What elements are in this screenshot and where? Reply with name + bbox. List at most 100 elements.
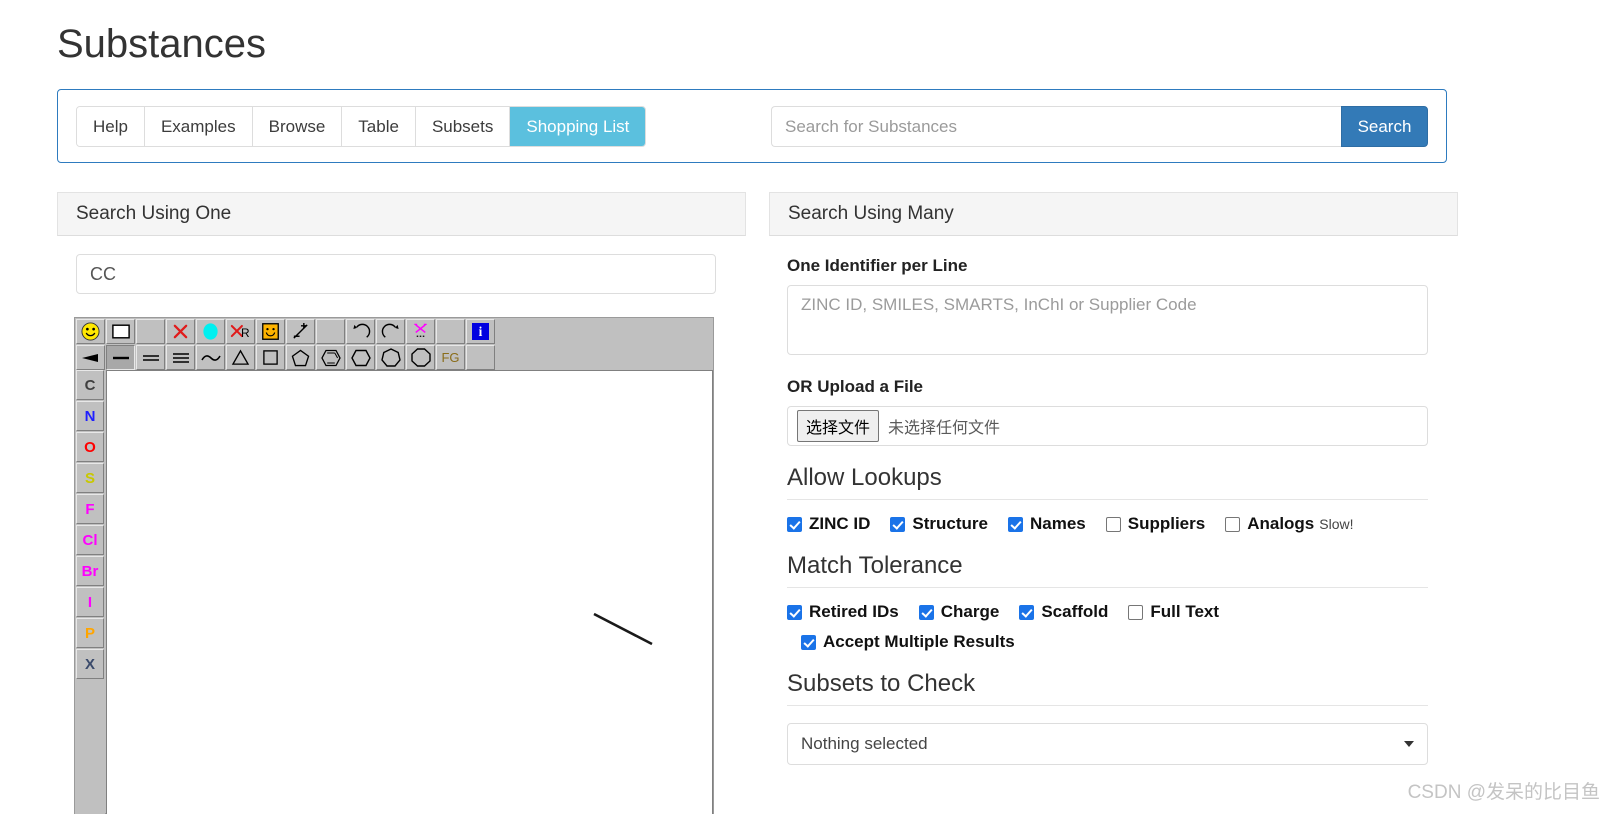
functional-group-icon[interactable]: FG — [436, 345, 465, 370]
element-button-x[interactable]: X — [76, 649, 104, 679]
element-palette: C N O S F Cl Br I P X — [75, 370, 105, 814]
search-input[interactable] — [771, 106, 1341, 147]
search-using-one-panel: Search Using One — [57, 192, 746, 294]
checkbox-charge[interactable] — [918, 604, 934, 620]
checkbox-suppliers[interactable] — [1105, 516, 1121, 532]
checkbox-item-retired-ids[interactable]: Retired IDs — [787, 602, 899, 622]
checkbox-structure[interactable] — [890, 516, 906, 532]
benzene-ring-icon[interactable] — [316, 345, 345, 370]
match-tolerance-checkbox-row: Retired IDs Charge Scaffold Full Text — [787, 602, 1440, 622]
element-button-s[interactable]: S — [76, 463, 104, 493]
checkbox-retired-ids[interactable] — [787, 604, 802, 620]
checkbox-label: Analogs — [1247, 514, 1315, 533]
single-bond-icon[interactable] — [106, 345, 135, 370]
clear-stereo-icon[interactable] — [406, 319, 435, 344]
identifier-textarea[interactable] — [787, 285, 1428, 355]
heptagon-ring-icon[interactable] — [376, 345, 405, 370]
nav-tab-help[interactable]: Help — [77, 107, 145, 146]
svg-text:R: R — [241, 326, 250, 340]
cyan-ellipse-icon[interactable] — [196, 319, 225, 344]
structure-canvas[interactable] — [106, 370, 713, 814]
panel-header-right: Search Using Many — [769, 192, 1458, 236]
checkbox-item-analogs[interactable]: Analogs Slow! — [1225, 514, 1354, 534]
blank-tool-3[interactable] — [436, 319, 465, 344]
wedge-bond-icon[interactable] — [76, 345, 105, 370]
panel-header-left: Search Using One — [57, 192, 746, 236]
triple-bond-icon[interactable] — [166, 345, 195, 370]
smiley-orange-icon[interactable] — [256, 319, 285, 344]
charge-plus-minus-icon[interactable] — [286, 319, 315, 344]
checkbox-scaffold[interactable] — [1019, 604, 1035, 620]
molecule-editor[interactable]: R i FG C N O S F Cl Br I P X — [74, 317, 714, 814]
checkbox-label: Charge — [940, 602, 1000, 621]
subsets-selected-value: Nothing selected — [801, 734, 928, 753]
editor-toolbar-row-2: FG — [75, 344, 713, 370]
identifier-label: One Identifier per Line — [787, 256, 968, 275]
allow-lookups-title: Allow Lookups — [787, 464, 1428, 500]
nav-tab-shopping-list[interactable]: Shopping List — [510, 107, 646, 146]
element-button-cl[interactable]: Cl — [76, 525, 104, 555]
smiley-yellow-icon[interactable] — [76, 319, 105, 344]
checkbox-full-text[interactable] — [1128, 604, 1144, 620]
subsets-select[interactable]: Nothing selected — [787, 723, 1428, 765]
checkbox-item-names[interactable]: Names — [1007, 514, 1086, 534]
checkbox-item-suppliers[interactable]: Suppliers — [1105, 514, 1205, 534]
editor-toolbar-row-1: R i — [75, 318, 713, 344]
checkbox-label: Retired IDs — [809, 602, 899, 621]
smiles-input[interactable] — [76, 254, 716, 294]
new-document-icon[interactable] — [106, 319, 135, 344]
square-ring-icon[interactable] — [256, 345, 285, 370]
checkbox-label: ZINC ID — [809, 514, 871, 533]
checkbox-item-accept-multiple-results[interactable]: Accept Multiple Results — [801, 632, 1015, 652]
pentagon-ring-icon[interactable] — [286, 345, 315, 370]
hexagon-ring-icon[interactable] — [346, 345, 375, 370]
nav-tab-examples[interactable]: Examples — [144, 107, 253, 146]
info-icon[interactable]: i — [466, 319, 495, 344]
upload-label: OR Upload a File — [787, 377, 924, 396]
nav-tab-browse[interactable]: Browse — [252, 107, 343, 146]
checkbox-note: Slow! — [1319, 516, 1354, 532]
checkbox-names[interactable] — [1007, 516, 1023, 532]
nav-tab-table[interactable]: Table — [342, 107, 416, 146]
nav-tab-subsets[interactable]: Subsets — [415, 107, 511, 146]
search-button[interactable]: Search — [1341, 106, 1428, 147]
delete-red-x-icon[interactable] — [166, 319, 195, 344]
element-button-c[interactable]: C — [76, 370, 104, 400]
element-button-i[interactable]: I — [76, 587, 104, 617]
subsets-to-check-title: Subsets to Check — [787, 670, 1428, 706]
checkbox-analogs[interactable] — [1225, 516, 1241, 532]
element-button-p[interactable]: P — [76, 618, 104, 648]
checkbox-label: Accept Multiple Results — [823, 632, 1015, 651]
triangle-ring-icon[interactable] — [226, 345, 255, 370]
checkbox-item-zinc-id[interactable]: ZINC ID — [787, 514, 870, 534]
checkbox-label: Scaffold — [1041, 602, 1109, 621]
element-button-n[interactable]: N — [76, 401, 104, 431]
watermark-prefix: CSDN @ — [1407, 782, 1486, 803]
checkbox-item-charge[interactable]: Charge — [918, 602, 1000, 622]
file-upload-control[interactable]: 选择文件 未选择任何文件 — [787, 406, 1428, 446]
double-bond-icon[interactable] — [136, 345, 165, 370]
chain-bond-icon[interactable] — [196, 345, 225, 370]
checkbox-label: Full Text — [1150, 602, 1220, 621]
redo-icon[interactable] — [376, 319, 405, 344]
remove-r-group-icon[interactable]: R — [226, 319, 255, 344]
octagon-ring-icon[interactable] — [406, 345, 435, 370]
page-title: Substances — [57, 22, 267, 66]
choose-file-button[interactable]: 选择文件 — [797, 410, 880, 442]
element-button-o[interactable]: O — [76, 432, 104, 462]
navbar: Help Examples Browse Table Subsets Shopping L… — [57, 89, 1447, 163]
undo-icon[interactable] — [346, 319, 375, 344]
blank-tool-4[interactable] — [466, 345, 495, 370]
checkbox-label: Structure — [912, 514, 988, 533]
checkbox-accept-multiple-results[interactable] — [801, 634, 816, 650]
checkbox-item-structure[interactable]: Structure — [890, 514, 988, 534]
global-search: Search — [771, 106, 1428, 147]
checkbox-zinc-id[interactable] — [787, 516, 802, 532]
checkbox-item-scaffold[interactable]: Scaffold — [1019, 602, 1108, 622]
panel-body-left — [57, 236, 746, 294]
blank-tool-2[interactable] — [316, 319, 345, 344]
element-button-f[interactable]: F — [76, 494, 104, 524]
checkbox-item-full-text[interactable]: Full Text — [1128, 602, 1219, 622]
blank-tool-1[interactable] — [136, 319, 165, 344]
element-button-br[interactable]: Br — [76, 556, 104, 586]
